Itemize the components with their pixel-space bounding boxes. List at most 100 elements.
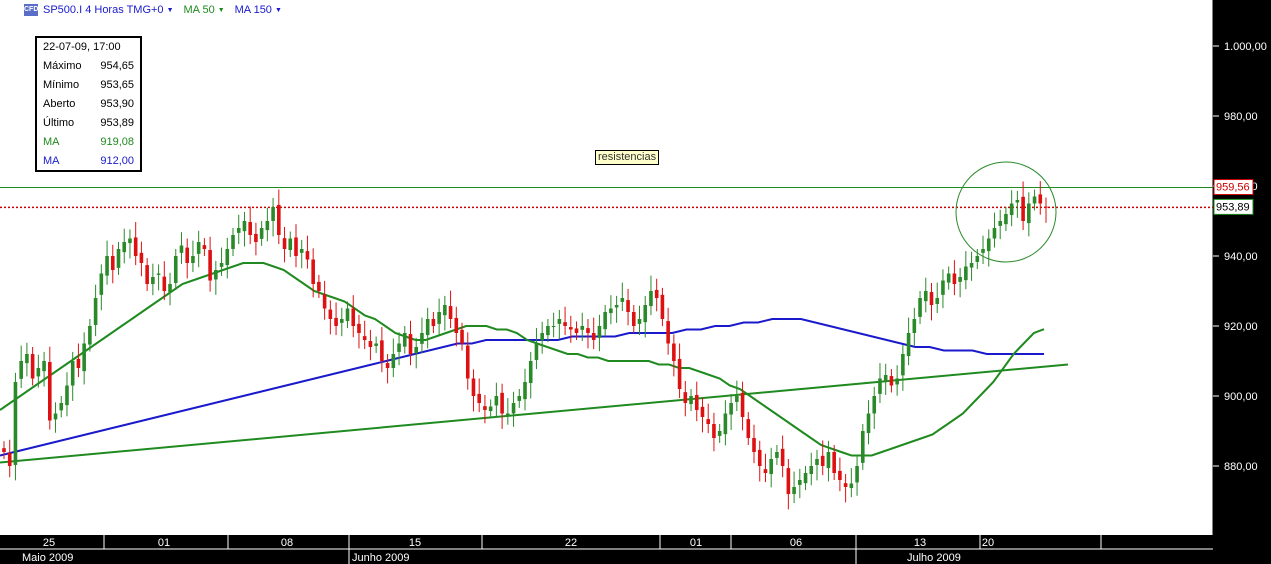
candle <box>1038 194 1043 204</box>
candle <box>849 483 854 489</box>
candle <box>614 305 619 308</box>
candle <box>717 431 722 436</box>
info-label: Último <box>43 116 75 129</box>
candle <box>523 382 527 400</box>
candle <box>357 323 361 333</box>
candle <box>494 396 499 406</box>
candle <box>437 312 441 324</box>
candle <box>477 393 481 403</box>
candle <box>19 361 23 379</box>
candle <box>431 319 436 326</box>
info-value: 953,90 <box>100 97 134 110</box>
candle <box>345 308 350 322</box>
info-label: Aberto <box>43 97 76 110</box>
resistance-annotation: resistencias <box>595 150 660 165</box>
candle <box>843 483 848 487</box>
candle <box>517 396 522 401</box>
ma150-selector[interactable]: MA 150 ▼ <box>235 4 282 16</box>
candle <box>895 378 899 385</box>
x-day-label: 08 <box>281 537 293 549</box>
candle <box>179 245 184 253</box>
candle <box>826 452 831 469</box>
candle <box>380 340 384 361</box>
candle <box>752 438 756 452</box>
chevron-down-icon: ▼ <box>274 6 282 14</box>
candle <box>471 378 476 396</box>
y-tick-label: 880,00 <box>1224 461 1258 473</box>
price-chart: 1.000,00980,00960,00940,00920,00900,0088… <box>0 0 1271 564</box>
info-row-ma50: MA 919,08 <box>37 132 140 151</box>
candle <box>694 394 699 410</box>
y-tick-label: 940,00 <box>1224 251 1258 263</box>
candle <box>88 326 92 345</box>
candle <box>689 396 693 405</box>
info-label: Máximo <box>43 59 82 72</box>
candle <box>992 228 997 239</box>
candle <box>465 345 470 379</box>
info-value: 919,08 <box>100 135 134 148</box>
candle <box>53 413 58 420</box>
candle <box>168 284 172 293</box>
ma50-selector[interactable]: MA 50 ▼ <box>184 4 225 16</box>
info-value: 954,65 <box>100 59 134 72</box>
candle <box>1015 200 1020 203</box>
candle <box>420 333 424 344</box>
candle <box>637 319 642 324</box>
chevron-down-icon: ▼ <box>166 6 174 14</box>
candle <box>878 378 882 394</box>
candle <box>2 448 6 452</box>
candle <box>654 289 659 298</box>
candle <box>70 361 75 386</box>
candle <box>672 343 676 361</box>
candle <box>248 222 252 235</box>
candle <box>219 263 224 267</box>
candle <box>740 392 745 417</box>
candle <box>832 452 836 473</box>
candle <box>964 266 968 281</box>
candle <box>225 249 230 266</box>
candle <box>408 334 413 354</box>
candle <box>563 322 567 326</box>
candle <box>660 294 665 319</box>
last-price-label: 953,89 <box>1216 201 1250 213</box>
candle <box>254 233 258 242</box>
instrument-selector[interactable]: CFD SP500.I 4 Horas TMG+0 ▼ <box>24 4 174 16</box>
candle <box>317 281 321 291</box>
candle <box>185 247 190 263</box>
candle <box>941 280 945 295</box>
candle <box>906 333 911 357</box>
candle <box>414 347 419 353</box>
candle <box>443 305 447 316</box>
candle <box>76 358 81 368</box>
instrument-label: SP500.I 4 Horas TMG+0 <box>43 4 164 16</box>
candle <box>809 466 814 475</box>
candle <box>792 487 796 494</box>
candle <box>208 250 212 281</box>
info-datetime-row: 22-07-09, 17:00 <box>37 38 140 56</box>
candle <box>1004 214 1008 225</box>
candle <box>25 354 29 364</box>
candle <box>339 319 344 323</box>
candle <box>889 376 894 386</box>
info-value: 953,89 <box>100 116 134 129</box>
candle <box>511 403 516 414</box>
candle <box>506 413 510 416</box>
candle <box>775 452 779 458</box>
candle <box>282 238 287 249</box>
candle <box>860 431 865 463</box>
candle <box>259 228 264 239</box>
candle <box>242 221 247 232</box>
x-day-label: 06 <box>790 537 802 549</box>
candle <box>105 256 109 276</box>
candle <box>597 326 602 338</box>
x-month-label: Junho 2009 <box>352 552 410 564</box>
candle <box>82 343 86 372</box>
candle <box>42 361 46 372</box>
candle <box>368 341 373 347</box>
candle <box>586 328 590 333</box>
x-day-label: 01 <box>158 537 170 549</box>
candle <box>683 392 688 403</box>
candle <box>48 362 52 421</box>
candle <box>7 453 12 466</box>
candle <box>901 354 905 376</box>
